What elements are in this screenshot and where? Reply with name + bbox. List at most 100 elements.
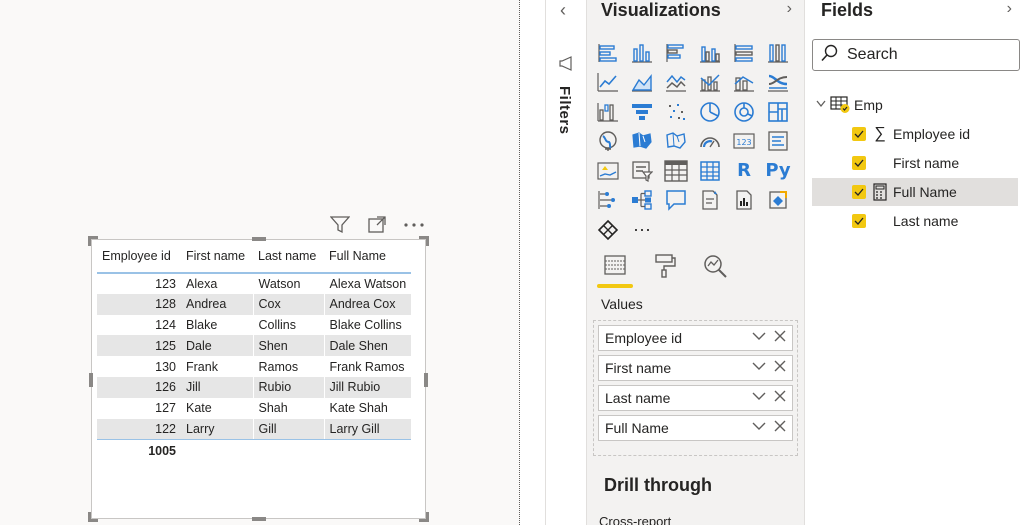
field-item-full-name[interactable]: Full Name <box>812 178 1018 206</box>
format-tab-icon[interactable] <box>647 250 683 288</box>
table-cell: Rubio <box>252 376 324 398</box>
fields-search-box[interactable] <box>812 39 1020 71</box>
stacked-column-icon[interactable] <box>625 38 659 68</box>
remove-icon[interactable] <box>774 389 786 405</box>
slicer-icon[interactable] <box>625 156 659 186</box>
resize-handle[interactable] <box>88 512 98 522</box>
field-item-last-name[interactable]: Last name <box>812 207 1018 235</box>
paginated-report-icon[interactable] <box>727 186 761 216</box>
waterfall-icon[interactable] <box>591 97 625 127</box>
resize-handle[interactable] <box>252 237 266 241</box>
pie-chart-icon[interactable] <box>693 97 727 127</box>
more-visuals-icon[interactable]: ··· <box>625 215 659 245</box>
table-icon[interactable] <box>659 156 693 186</box>
field-item-first-name[interactable]: First name <box>812 149 1018 177</box>
treemap-icon[interactable] <box>761 97 795 127</box>
scatter-icon[interactable] <box>659 97 693 127</box>
r-visual-icon[interactable]: R <box>727 156 761 186</box>
chevron-right-icon[interactable]: › <box>787 0 792 18</box>
clustered-bar-icon[interactable] <box>659 38 693 68</box>
smart-narrative-icon[interactable] <box>693 186 727 216</box>
column-header[interactable]: Full Name <box>324 245 412 274</box>
checkbox-checked-icon[interactable] <box>852 214 866 228</box>
kpi-icon[interactable] <box>591 156 625 186</box>
clustered-column-icon[interactable] <box>693 38 727 68</box>
search-input[interactable] <box>847 46 1007 64</box>
matrix-icon[interactable] <box>693 156 727 186</box>
table-cell: Alexa Watson <box>323 273 412 294</box>
checkbox-checked-icon[interactable] <box>852 127 866 141</box>
filter-icon[interactable] <box>330 216 350 234</box>
value-field-pill[interactable]: Last name <box>598 385 793 411</box>
value-field-pill[interactable]: First name <box>598 355 793 381</box>
shape-map-icon[interactable] <box>659 127 693 157</box>
value-field-pill[interactable]: Employee id <box>598 325 793 351</box>
line-stacked-column-icon[interactable] <box>727 68 761 98</box>
chevron-left-icon[interactable]: ‹ <box>560 0 566 21</box>
table-row[interactable]: 122 Larry Gill Larry Gill <box>97 418 412 440</box>
analytics-tab-icon[interactable] <box>697 250 733 288</box>
stacked-area-icon[interactable] <box>659 68 693 98</box>
resize-handle[interactable] <box>252 517 266 521</box>
field-name: Employee id <box>893 126 971 142</box>
gauge-icon[interactable] <box>693 127 727 157</box>
chevron-down-icon[interactable] <box>752 330 766 344</box>
python-visual-icon[interactable]: Py <box>761 156 795 186</box>
area-chart-icon[interactable] <box>625 68 659 98</box>
column-header[interactable]: First name <box>181 245 253 274</box>
line-clustered-column-icon[interactable] <box>693 68 727 98</box>
filled-map-icon[interactable] <box>625 127 659 157</box>
filters-label[interactable]: Filters <box>556 86 573 135</box>
ribbon-chart-icon[interactable] <box>761 68 795 98</box>
funnel-icon[interactable] <box>625 97 659 127</box>
field-item-employee-id[interactable]: ∑ Employee id <box>812 120 1018 148</box>
focus-mode-icon[interactable] <box>367 216 387 234</box>
card-icon[interactable]: 123 <box>727 127 761 157</box>
chevron-down-icon[interactable] <box>752 420 766 434</box>
table-row[interactable]: 128 Andrea Cox Andrea Cox <box>97 293 412 315</box>
table-row[interactable]: 126 Jill Rubio Jill Rubio <box>97 376 412 398</box>
stacked-bar-icon[interactable] <box>591 38 625 68</box>
100-stacked-column-icon[interactable] <box>761 38 795 68</box>
table-row[interactable]: 127 Kate Shah Kate Shah <box>97 397 412 419</box>
fields-tab-icon[interactable] <box>597 250 633 288</box>
resize-handle[interactable] <box>419 236 429 246</box>
filters-pane[interactable]: ‹ Filters <box>545 0 585 525</box>
chevron-right-icon[interactable]: › <box>1007 0 1012 18</box>
checkbox-checked-icon[interactable] <box>852 156 866 170</box>
column-header[interactable]: Last name <box>253 245 324 274</box>
power-apps-icon[interactable] <box>761 186 795 216</box>
chevron-down-icon[interactable] <box>752 390 766 404</box>
more-options-icon[interactable] <box>403 222 425 228</box>
map-icon[interactable] <box>591 127 625 157</box>
remove-icon[interactable] <box>774 329 786 345</box>
field-table-node[interactable]: Emp <box>816 96 883 114</box>
donut-chart-icon[interactable] <box>727 97 761 127</box>
table-row[interactable]: 123 Alexa Watson Alexa Watson <box>97 273 412 294</box>
table-row[interactable]: 124 Blake Collins Blake Collins <box>97 314 412 336</box>
multi-row-card-icon[interactable] <box>761 127 795 157</box>
decomposition-tree-icon[interactable] <box>625 186 659 216</box>
table-visual[interactable]: Employee id First name Last name Full Na… <box>88 236 429 522</box>
resize-handle[interactable] <box>89 373 93 387</box>
column-header[interactable]: Employee id <box>97 245 181 274</box>
table-row[interactable]: 130 Frank Ramos Frank Ramos <box>97 356 412 377</box>
field-name: Last name <box>893 213 959 229</box>
qa-icon[interactable] <box>659 186 693 216</box>
value-field-pill[interactable]: Full Name <box>598 415 793 441</box>
table-row[interactable]: 125 Dale Shen Dale Shen <box>97 335 412 357</box>
power-automate-icon[interactable] <box>591 215 625 245</box>
checkbox-checked-icon[interactable] <box>852 185 866 199</box>
table-cell: Larry Gill <box>323 418 412 440</box>
line-chart-icon[interactable] <box>591 68 625 98</box>
100-stacked-bar-icon[interactable] <box>727 38 761 68</box>
chevron-down-icon[interactable] <box>752 360 766 374</box>
remove-icon[interactable] <box>774 419 786 435</box>
remove-icon[interactable] <box>774 359 786 375</box>
report-canvas[interactable]: Employee id First name Last name Full Na… <box>0 0 520 525</box>
collapse-icon[interactable] <box>816 100 830 111</box>
key-influencers-icon[interactable] <box>591 186 625 216</box>
resize-handle[interactable] <box>424 373 428 387</box>
values-well[interactable]: Employee id First name Last name Full Na… <box>593 320 798 456</box>
resize-handle[interactable] <box>419 512 429 522</box>
